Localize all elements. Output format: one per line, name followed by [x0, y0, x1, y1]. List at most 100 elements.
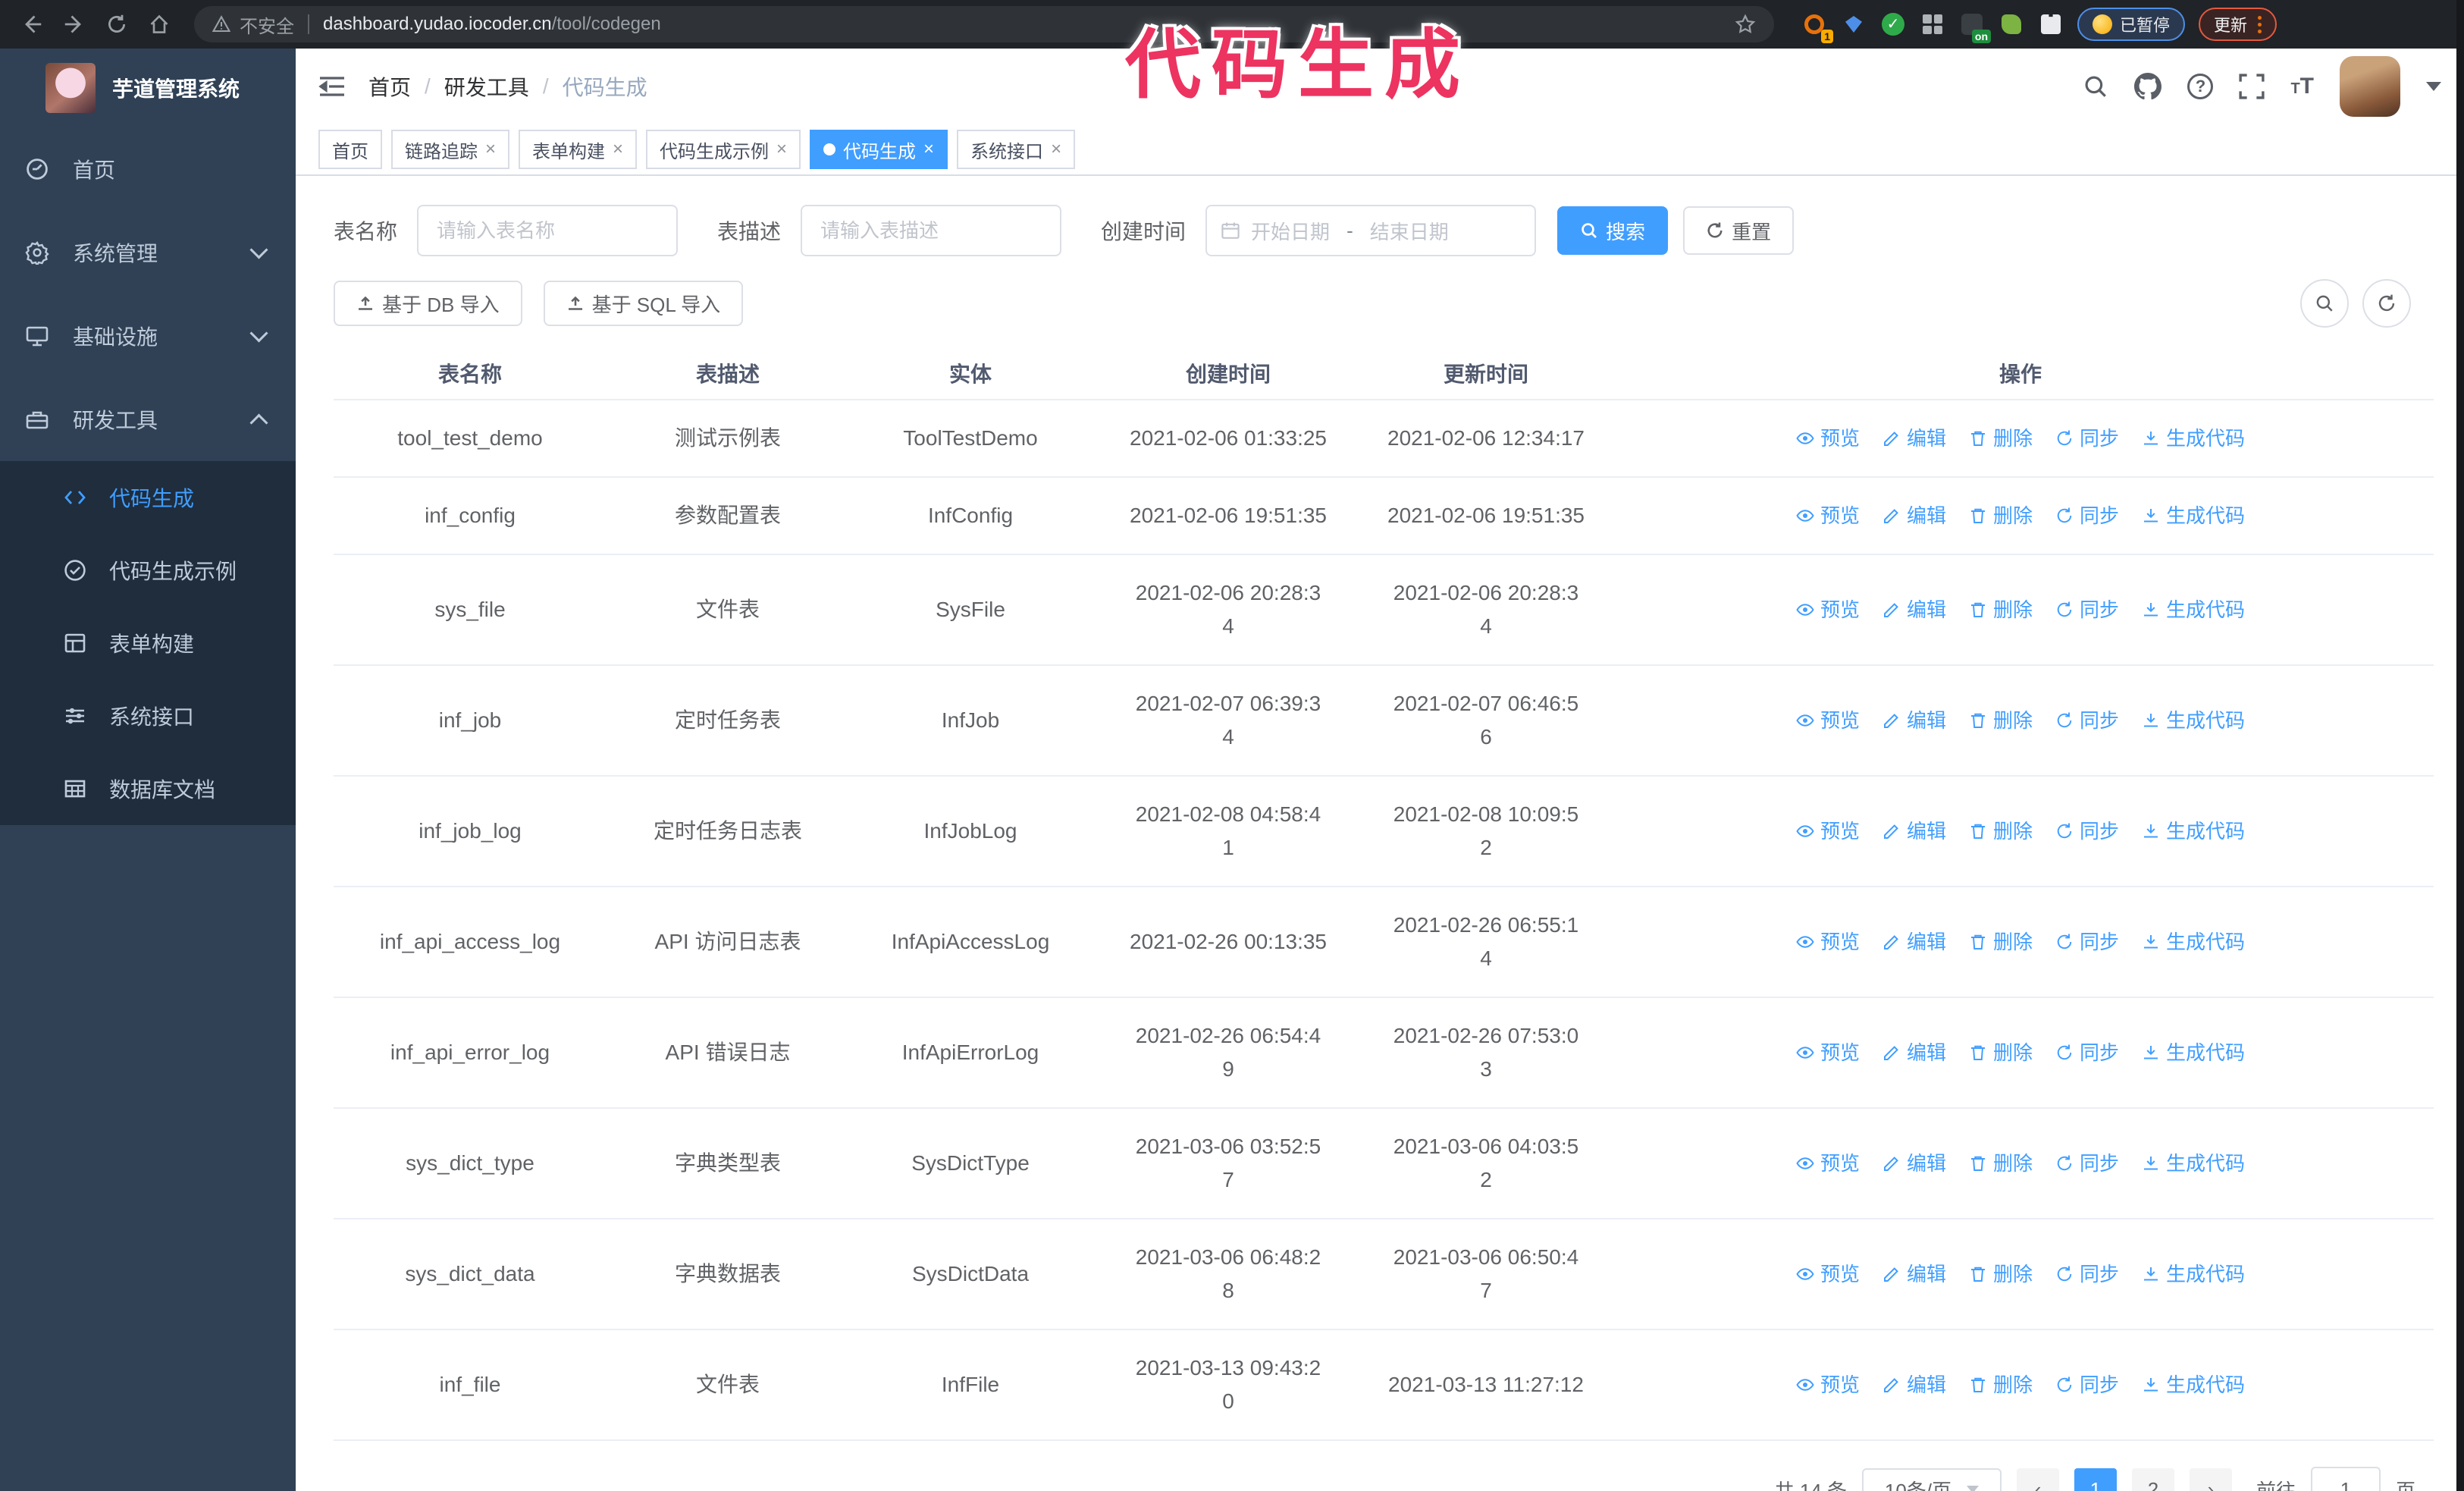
search-button[interactable]: 搜索	[1557, 206, 1669, 255]
preview-link[interactable]: 预览	[1796, 815, 1860, 848]
preview-link[interactable]: 预览	[1796, 1147, 1860, 1180]
breadcrumb-devtools[interactable]: 研发工具	[444, 71, 529, 102]
github-icon[interactable]	[2134, 73, 2162, 100]
prev-page-button[interactable]: ‹	[2016, 1468, 2059, 1491]
delete-link[interactable]: 删除	[1969, 704, 2033, 737]
back-icon[interactable]	[15, 8, 49, 41]
refresh-table-button[interactable]	[2362, 279, 2411, 328]
preview-link[interactable]: 预览	[1796, 422, 1860, 455]
chevron-down-icon[interactable]	[2426, 82, 2441, 91]
tab-form-builder[interactable]: 表单构建 ×	[519, 130, 638, 169]
table-desc-input[interactable]	[801, 205, 1062, 256]
date-start-placeholder[interactable]: 开始日期	[1251, 217, 1330, 245]
edit-link[interactable]: 编辑	[1882, 499, 1946, 532]
sync-link[interactable]: 同步	[2055, 1368, 2119, 1402]
home-icon[interactable]	[143, 8, 176, 41]
extension-grid-icon[interactable]	[1920, 11, 1945, 37]
sidebar-item-form-builder[interactable]: 表单构建	[0, 607, 296, 680]
sync-link[interactable]: 同步	[2055, 1036, 2119, 1069]
delete-link[interactable]: 删除	[1969, 499, 2033, 532]
edit-link[interactable]: 编辑	[1882, 1147, 1946, 1180]
tab-api[interactable]: 系统接口 ×	[957, 130, 1076, 169]
generate-code-link[interactable]: 生成代码	[2142, 925, 2245, 959]
generate-code-link[interactable]: 生成代码	[2142, 815, 2245, 848]
edit-link[interactable]: 编辑	[1882, 593, 1946, 626]
url-bar[interactable]: 不安全 dashboard.yudao.iocoder.cn/tool/code…	[194, 6, 1774, 42]
close-icon[interactable]: ×	[485, 139, 496, 160]
tab-tracing[interactable]: 链路追踪 ×	[391, 130, 510, 169]
edit-link[interactable]: 编辑	[1882, 422, 1946, 455]
sidebar-item-api[interactable]: 系统接口	[0, 680, 296, 752]
show-search-button[interactable]	[2300, 279, 2349, 328]
preview-link[interactable]: 预览	[1796, 704, 1860, 737]
sync-link[interactable]: 同步	[2055, 1257, 2119, 1291]
sidebar-item-db-docs[interactable]: 数据库文档	[0, 752, 296, 825]
reload-icon[interactable]	[100, 8, 133, 41]
sync-link[interactable]: 同步	[2055, 925, 2119, 959]
sidebar-item-infra[interactable]: 基础设施	[0, 294, 296, 378]
update-button[interactable]: 更新	[2199, 8, 2277, 41]
hamburger-icon[interactable]	[318, 74, 346, 99]
preview-link[interactable]: 预览	[1796, 1368, 1860, 1402]
search-icon[interactable]	[2083, 74, 2108, 99]
generate-code-link[interactable]: 生成代码	[2142, 704, 2245, 737]
generate-code-link[interactable]: 生成代码	[2142, 1147, 2245, 1180]
table-name-input[interactable]	[417, 205, 679, 256]
chrome-menu-icon[interactable]	[2258, 15, 2262, 33]
close-icon[interactable]: ×	[776, 139, 787, 160]
sync-link[interactable]: 同步	[2055, 704, 2119, 737]
extension-orange-icon[interactable]: 1	[1801, 11, 1833, 43]
help-icon[interactable]: ?	[2187, 74, 2214, 99]
extension-gem-icon[interactable]	[1841, 11, 1867, 37]
edit-link[interactable]: 编辑	[1882, 1036, 1946, 1069]
avatar[interactable]	[2340, 56, 2400, 117]
preview-link[interactable]: 预览	[1796, 1036, 1860, 1069]
breadcrumb-home[interactable]: 首页	[368, 71, 411, 102]
page-button-1[interactable]: 1	[2074, 1468, 2117, 1491]
edit-link[interactable]: 编辑	[1882, 815, 1946, 848]
delete-link[interactable]: 删除	[1969, 422, 2033, 455]
extension-green-icon[interactable]	[1998, 11, 2024, 37]
font-size-icon[interactable]: TT	[2290, 74, 2314, 99]
next-page-button[interactable]: ›	[2189, 1468, 2232, 1491]
app-logo-row[interactable]: 芋道管理系统	[0, 49, 296, 127]
goto-page-input[interactable]	[2310, 1467, 2381, 1491]
sidebar-item-devtools[interactable]: 研发工具	[0, 378, 296, 461]
date-range-picker[interactable]: 开始日期 - 结束日期	[1205, 205, 1537, 256]
edit-link[interactable]: 编辑	[1882, 1257, 1946, 1291]
edit-link[interactable]: 编辑	[1882, 1368, 1946, 1402]
import-db-button[interactable]: 基于 DB 导入	[334, 281, 522, 326]
close-icon[interactable]: ×	[1051, 139, 1061, 160]
delete-link[interactable]: 删除	[1969, 593, 2033, 626]
tab-home[interactable]: 首页	[318, 130, 382, 169]
delete-link[interactable]: 删除	[1969, 925, 2033, 959]
fullscreen-icon[interactable]	[2239, 74, 2265, 99]
delete-link[interactable]: 删除	[1969, 1368, 2033, 1402]
extension-dark-icon[interactable]: on	[1959, 11, 1991, 43]
sidebar-item-system[interactable]: 系统管理	[0, 211, 296, 294]
generate-code-link[interactable]: 生成代码	[2142, 1368, 2245, 1402]
sidebar-item-codegen-demo[interactable]: 代码生成示例	[0, 534, 296, 607]
preview-link[interactable]: 预览	[1796, 499, 1860, 532]
profile-paused-pill[interactable]: 已暂停	[2077, 8, 2186, 41]
extension-check-icon[interactable]: ✓	[1880, 11, 1906, 37]
edit-link[interactable]: 编辑	[1882, 704, 1946, 737]
sync-link[interactable]: 同步	[2055, 499, 2119, 532]
sync-link[interactable]: 同步	[2055, 593, 2119, 626]
preview-link[interactable]: 预览	[1796, 593, 1860, 626]
close-icon[interactable]: ×	[613, 139, 623, 160]
generate-code-link[interactable]: 生成代码	[2142, 1257, 2245, 1291]
preview-link[interactable]: 预览	[1796, 925, 1860, 959]
forward-icon[interactable]	[58, 8, 91, 41]
extensions-puzzle-icon[interactable]	[2038, 11, 2064, 37]
sync-link[interactable]: 同步	[2055, 422, 2119, 455]
sidebar-item-home[interactable]: 首页	[0, 127, 296, 211]
preview-link[interactable]: 预览	[1796, 1257, 1860, 1291]
tab-codegen[interactable]: 代码生成 ×	[810, 130, 948, 169]
generate-code-link[interactable]: 生成代码	[2142, 1036, 2245, 1069]
delete-link[interactable]: 删除	[1969, 815, 2033, 848]
delete-link[interactable]: 删除	[1969, 1036, 2033, 1069]
generate-code-link[interactable]: 生成代码	[2142, 499, 2245, 532]
generate-code-link[interactable]: 生成代码	[2142, 593, 2245, 626]
tab-codegen-demo[interactable]: 代码生成示例 ×	[646, 130, 801, 169]
